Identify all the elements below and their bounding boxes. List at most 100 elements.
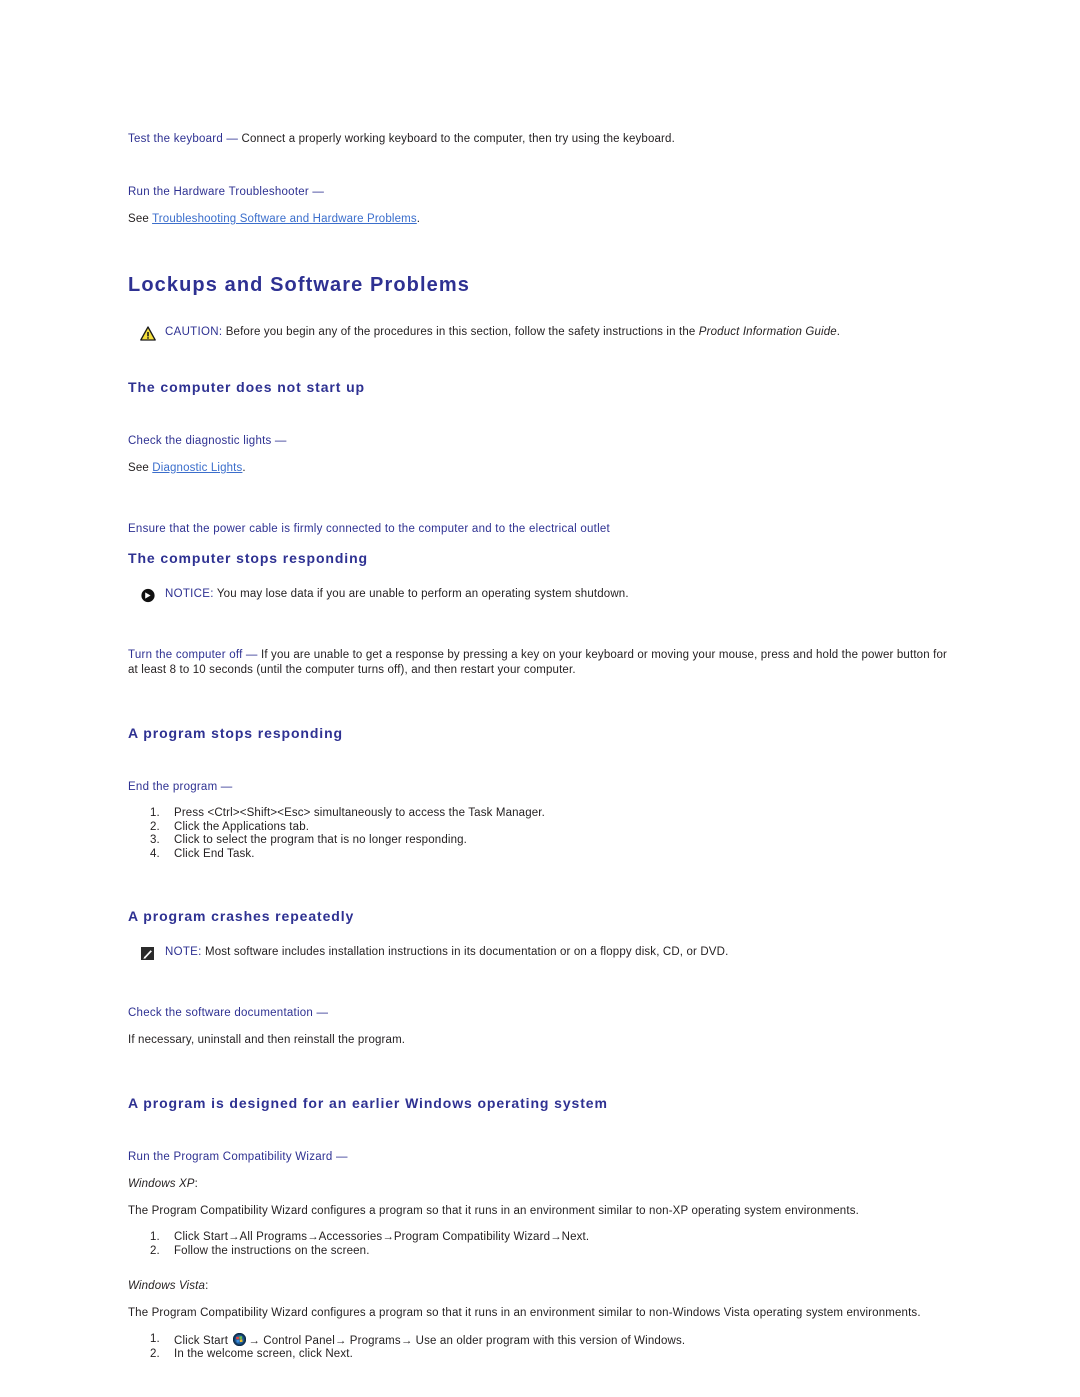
- step-number: 3.: [150, 834, 160, 847]
- em-dash: —: [245, 649, 258, 661]
- os-label-text: Windows XP: [128, 1178, 195, 1191]
- turn-computer-off-paragraph: Turn the computer off — If you are unabl…: [128, 648, 952, 678]
- step-number: 1.: [150, 1332, 160, 1345]
- step-text: Follow the instructions on the screen.: [174, 1244, 370, 1257]
- step-part: Program Compatibility Wizard: [393, 1231, 551, 1244]
- windows-vista-wizard-intro: The Program Compatibility Wizard configu…: [128, 1306, 921, 1319]
- em-dash: —: [312, 186, 325, 198]
- step-part: Use an older program with this version o…: [415, 1334, 686, 1347]
- note-text: NOTE: Most software includes installatio…: [165, 945, 728, 960]
- step-number: 2.: [150, 820, 160, 833]
- subsection-title-program-stops-responding: A program stops responding: [128, 725, 344, 741]
- document-page: Test the keyboard — Connect a properly w…: [128, 132, 952, 1362]
- list-item: 3. Click to select the program that is n…: [128, 834, 952, 848]
- step-part: Next.: [561, 1231, 590, 1244]
- caution-body-after: .: [836, 326, 841, 338]
- list-item: 1. Click Start→All Programs→Accessories→…: [128, 1231, 952, 1245]
- list-item: 4. Click End Task.: [128, 848, 952, 862]
- link-troubleshooting-software-and-hardware-problems[interactable]: Troubleshooting Software and Hardware Pr…: [152, 213, 417, 225]
- see-word: See: [128, 213, 149, 225]
- step-part: Accessories: [318, 1231, 383, 1244]
- subsection-title-computer-stops-responding: The computer stops responding: [128, 550, 369, 566]
- test-keyboard-paragraph: Test the keyboard — Connect a properly w…: [128, 132, 952, 147]
- notice-label: NOTICE:: [165, 588, 214, 600]
- windows-xp-wizard-intro: The Program Compatibility Wizard configu…: [128, 1205, 859, 1218]
- step-part: Click Start: [174, 1231, 229, 1244]
- notice-text: NOTICE: You may lose data if you are una…: [165, 587, 629, 602]
- step-number: 1.: [150, 1231, 160, 1244]
- check-diagnostic-lights-lead-paragraph: Check the diagnostic lights —: [128, 434, 952, 449]
- link-diagnostic-lights[interactable]: Diagnostic Lights: [152, 462, 242, 474]
- list-item: 2. In the welcome screen, click Next.: [128, 1348, 952, 1362]
- step-number: 2.: [150, 1244, 160, 1257]
- list-item: 2. Follow the instructions on the screen…: [128, 1245, 952, 1259]
- see-word: See: [128, 462, 149, 474]
- notice-arrow-icon: [140, 588, 156, 603]
- em-dash: —: [274, 435, 287, 447]
- step-part: All Programs: [239, 1231, 308, 1244]
- subsection-title-computer-does-not-start-up: The computer does not start up: [128, 379, 366, 395]
- diagnostic-lights-see-paragraph: See Diagnostic Lights.: [128, 461, 952, 476]
- step-part: Control Panel: [263, 1334, 335, 1347]
- check-software-documentation-body: If necessary, uninstall and then reinsta…: [128, 1034, 406, 1047]
- warning-triangle-icon: [140, 326, 156, 341]
- list-item: 1. Click Start → Control Panel→ Programs…: [128, 1332, 952, 1349]
- em-dash: —: [226, 133, 239, 145]
- notice-admonition: NOTICE: You may lose data if you are una…: [128, 587, 952, 603]
- arrow-icon: →: [400, 1334, 413, 1347]
- os-label-punct: :: [205, 1279, 209, 1292]
- step-number: 1.: [150, 807, 160, 819]
- em-dash: —: [335, 1151, 348, 1164]
- caution-admonition: CAUTION: Before you begin any of the pro…: [128, 325, 952, 341]
- period: .: [416, 213, 421, 225]
- arrow-icon: →: [307, 1231, 319, 1244]
- hardware-troubleshooter-lead: Run the Hardware Troubleshooter: [128, 186, 309, 198]
- check-software-documentation-lead-paragraph: Check the software documentation —: [128, 1006, 952, 1021]
- step-part: Programs: [349, 1334, 401, 1347]
- step-number: 4.: [150, 847, 160, 860]
- step-text: Click End Task.: [174, 847, 255, 860]
- end-the-program-lead: End the program: [128, 781, 218, 793]
- hardware-troubleshooter-see-paragraph: See Troubleshooting Software and Hardwar…: [128, 212, 952, 227]
- arrow-icon: →: [248, 1334, 260, 1347]
- step-text: Click Start → Control Panel→ Programs→ U…: [174, 1332, 952, 1349]
- os-label-text: Windows Vista: [128, 1279, 206, 1292]
- caution-body-before: Before you begin any of the procedures i…: [222, 326, 699, 338]
- check-software-documentation-lead: Check the software documentation: [128, 1007, 314, 1020]
- program-compatibility-wizard-lead: Run the Program Compatibility Wizard: [128, 1151, 333, 1164]
- step-number: 2.: [150, 1348, 160, 1361]
- subsection-title-program-crashes-repeatedly: A program crashes repeatedly: [128, 908, 355, 925]
- arrow-icon: →: [228, 1231, 240, 1244]
- step-text: Press <Ctrl><Shift><Esc> simultaneously …: [174, 807, 545, 819]
- note-body: Most software includes installation inst…: [201, 946, 729, 959]
- step-text: Click the Applications tab.: [174, 820, 310, 833]
- arrow-icon: →: [382, 1231, 394, 1244]
- period: .: [242, 462, 246, 474]
- program-compatibility-wizard-lead-paragraph: Run the Program Compatibility Wizard —: [128, 1150, 952, 1165]
- step-text: Click to select the program that is no l…: [174, 834, 468, 847]
- windows-vista-start-orb-icon: [233, 1332, 247, 1346]
- subsection-title-program-earlier-windows: A program is designed for an earlier Win…: [128, 1095, 608, 1112]
- list-item: 1. Press <Ctrl><Shift><Esc> simultaneous…: [128, 807, 952, 821]
- os-label-punct: :: [194, 1178, 198, 1191]
- power-cable-lead-paragraph: Ensure that the power cable is firmly co…: [128, 522, 952, 537]
